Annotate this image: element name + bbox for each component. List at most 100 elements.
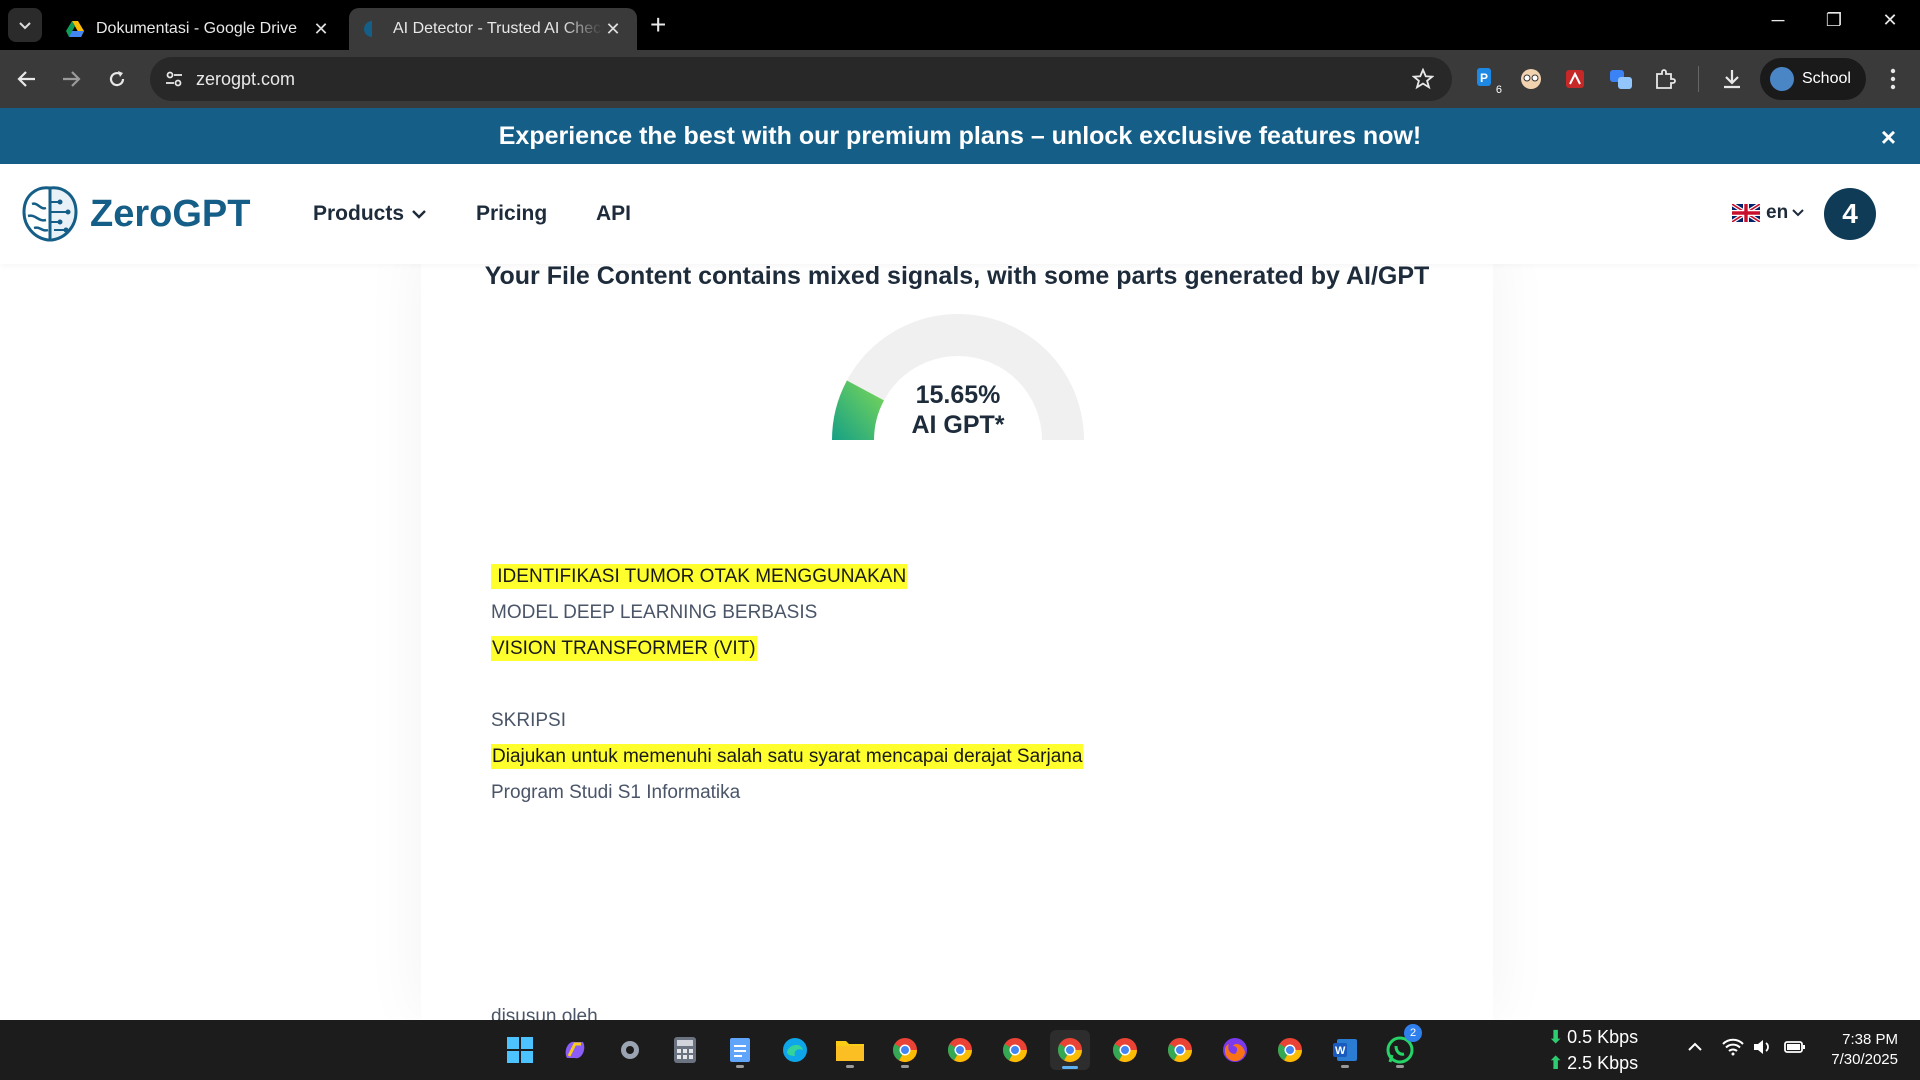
browser-toolbar: zerogpt.com P 6 School <box>0 50 1920 108</box>
firefox-icon[interactable] <box>1215 1030 1255 1070</box>
new-tab-button[interactable]: + <box>650 10 666 40</box>
chrome-profile-4-icon[interactable] <box>1105 1030 1145 1070</box>
result-title: Your File Content contains mixed signals… <box>484 262 1430 290</box>
minimize-icon[interactable]: ─ <box>1758 10 1798 31</box>
svg-text:P: P <box>1480 71 1488 85</box>
promo-text[interactable]: Experience the best with our premium pla… <box>499 122 1422 151</box>
extension-glasses-icon[interactable] <box>1518 66 1544 92</box>
ai-percentage-value: 15.65% <box>915 381 1001 409</box>
bookmark-star-icon[interactable] <box>1412 68 1434 90</box>
chrome-profile-3-icon[interactable] <box>995 1030 1035 1070</box>
net-down-value: 0.5 Kbps <box>1567 1027 1639 1047</box>
address-bar[interactable]: zerogpt.com <box>150 57 1452 101</box>
active-indicator <box>1062 1066 1078 1069</box>
clock-time: 7:38 PM <box>1842 1031 1898 1048</box>
document-line: Program Studi S1 Informatika <box>491 782 741 803</box>
tab-search-button[interactable] <box>8 8 42 42</box>
gauge-label: 15.65% AI GPT* <box>830 380 1086 440</box>
ai-percentage-label: AI GPT* <box>911 411 1005 439</box>
taskbar: W 2 ⬇ 0.5 Kbps ⬆ 2.5 Kbps 7:38 PM 7/30/202… <box>0 1020 1920 1080</box>
extension-capture-icon[interactable] <box>1608 66 1634 92</box>
chrome-profile-1-icon[interactable] <box>885 1030 925 1070</box>
svg-text:W: W <box>1335 1045 1346 1057</box>
restore-icon[interactable]: ❐ <box>1814 10 1854 31</box>
system-clock[interactable]: 7:38 PM 7/30/2025 <box>1808 1030 1898 1070</box>
chrome-profile-2-icon[interactable] <box>940 1030 980 1070</box>
document-line: IDENTIFIKASI TUMOR OTAK MENGGUNAKAN <box>491 564 908 589</box>
downloads-icon[interactable] <box>1719 66 1745 92</box>
nav-products-label: Products <box>313 202 405 225</box>
calculator-icon[interactable] <box>665 1030 705 1070</box>
copilot-icon[interactable] <box>555 1030 595 1070</box>
tab-zerogpt[interactable]: AI Detector - Trusted AI Checker ✕ <box>349 8 637 50</box>
document-line: VISION TRANSFORMER (VIT) <box>491 636 757 661</box>
volume-icon[interactable] <box>1752 1038 1772 1061</box>
user-badge[interactable]: 4 <box>1824 188 1876 240</box>
chrome-active-icon[interactable] <box>1050 1030 1090 1070</box>
running-indicator <box>901 1065 909 1068</box>
profile-label: School <box>1802 70 1851 87</box>
site-header: ZeroGPT Products Pricing API en 4 <box>0 164 1920 264</box>
document-line: SKRIPSI <box>491 710 566 731</box>
document-line: Diajukan untuk memenuhi salah satu syara… <box>491 744 1084 769</box>
network-speed: ⬇ 0.5 Kbps ⬆ 2.5 Kbps <box>1548 1024 1638 1076</box>
notepad-icon[interactable] <box>720 1030 760 1070</box>
site-logo[interactable]: ZeroGPT <box>18 182 250 246</box>
wifi-icon[interactable] <box>1722 1038 1744 1061</box>
nav-products[interactable]: Products <box>313 202 428 226</box>
clock-date: 7/30/2025 <box>1831 1051 1898 1068</box>
tab-title: AI Detector - Trusted AI Checker <box>393 20 603 37</box>
arrow-left-icon <box>17 71 35 87</box>
menu-kebab-icon[interactable] <box>1880 66 1906 92</box>
chrome-profile-6-icon[interactable] <box>1270 1030 1310 1070</box>
arrow-up-icon: ⬆ <box>1548 1053 1564 1073</box>
logo-wordmark: ZeroGPT <box>90 192 251 235</box>
language-selector[interactable]: en <box>1732 202 1805 224</box>
chrome-profile-5-icon[interactable] <box>1160 1030 1200 1070</box>
nav-pricing[interactable]: Pricing <box>476 202 547 226</box>
language-label: en <box>1766 202 1789 223</box>
arrow-down-icon: ⬇ <box>1548 1027 1564 1047</box>
tab-title: Dokumentasi - Google Drive <box>96 20 297 37</box>
nav-pricing-label: Pricing <box>476 202 548 225</box>
profile-button[interactable]: School <box>1760 58 1866 100</box>
chevron-down-icon <box>412 210 426 219</box>
zerogpt-favicon-icon <box>364 21 380 37</box>
file-explorer-icon[interactable] <box>830 1030 870 1070</box>
extension-pdf-icon[interactable] <box>1562 66 1588 92</box>
arrow-right-icon <box>63 71 81 87</box>
net-up-value: 2.5 Kbps <box>1567 1053 1639 1073</box>
running-indicator <box>1341 1065 1349 1068</box>
edge-icon[interactable] <box>775 1030 815 1070</box>
nav-api[interactable]: API <box>596 202 631 226</box>
reload-button[interactable] <box>102 64 132 94</box>
google-drive-icon <box>66 21 84 37</box>
nav-api-label: API <box>596 202 632 225</box>
tab-google-drive[interactable]: Dokumentasi - Google Drive ✕ <box>52 8 345 50</box>
promo-banner: Experience the best with our premium pla… <box>0 108 1920 164</box>
tray-chevron-icon[interactable] <box>1686 1038 1704 1061</box>
chevron-down-icon <box>1792 209 1804 217</box>
chevron-down-icon <box>19 22 31 30</box>
url-text: zerogpt.com <box>196 69 296 89</box>
close-window-icon[interactable]: ✕ <box>1870 10 1910 31</box>
close-banner-button[interactable]: × <box>1881 122 1896 153</box>
extension-p-icon[interactable]: P 6 <box>1474 66 1502 96</box>
running-indicator <box>1396 1065 1404 1068</box>
settings-gear-icon[interactable] <box>610 1030 650 1070</box>
avatar <box>1770 67 1794 91</box>
close-tab-icon[interactable]: ✕ <box>603 19 623 40</box>
back-button[interactable] <box>12 64 42 94</box>
word-icon[interactable]: W <box>1325 1030 1365 1070</box>
whatsapp-icon[interactable]: 2 <box>1380 1024 1422 1070</box>
close-tab-icon[interactable]: ✕ <box>311 19 331 40</box>
battery-icon[interactable] <box>1784 1038 1806 1061</box>
forward-button[interactable] <box>56 64 86 94</box>
brain-logo-icon <box>22 186 78 242</box>
extensions-puzzle-icon[interactable] <box>1652 66 1678 92</box>
windows-start-icon[interactable] <box>500 1030 540 1070</box>
uk-flag-icon <box>1732 204 1760 222</box>
browser-tab-strip: Dokumentasi - Google Drive ✕ AI Detector… <box>0 0 1920 50</box>
toolbar-divider <box>1698 66 1699 92</box>
site-settings-icon[interactable] <box>164 69 184 89</box>
